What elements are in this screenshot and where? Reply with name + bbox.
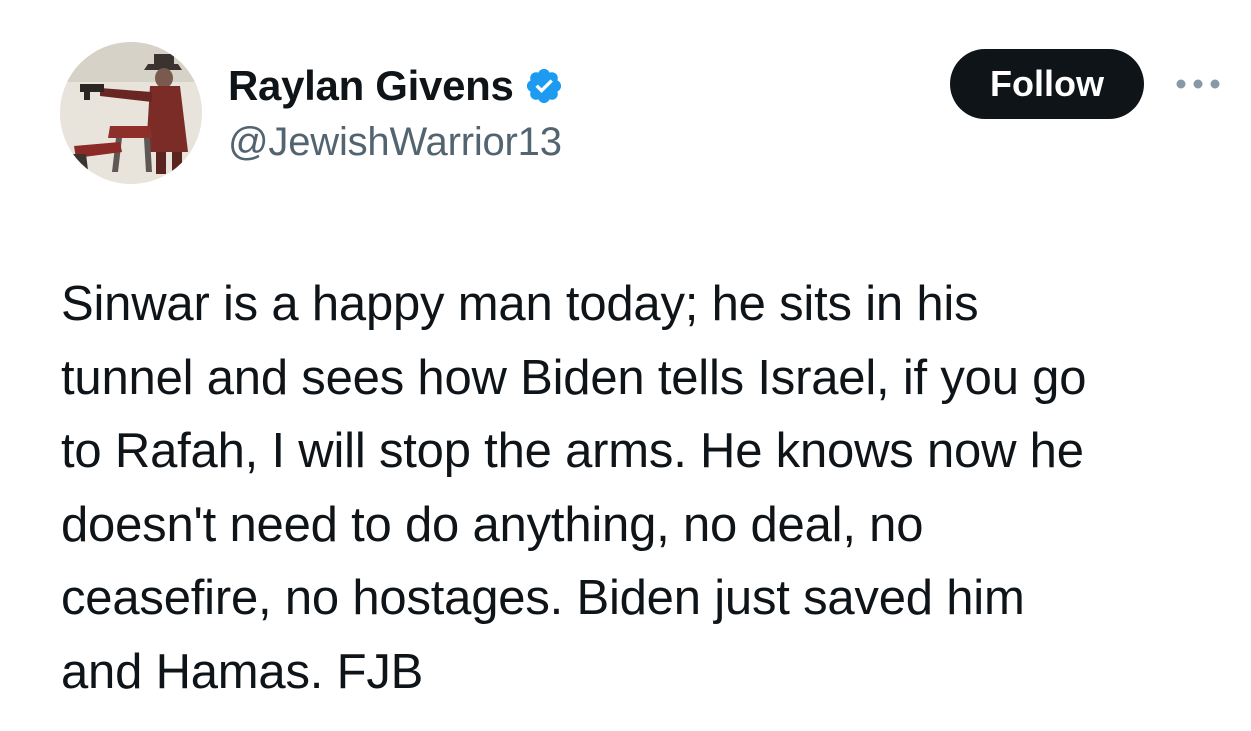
tweet-text: Sinwar is a happy man today; he sits in … bbox=[61, 277, 1087, 699]
author-name-row: Raylan Givens bbox=[228, 60, 564, 112]
follow-button[interactable]: Follow bbox=[950, 49, 1144, 119]
verified-badge-icon[interactable] bbox=[524, 66, 564, 106]
tweet-card: Raylan Givens @JewishWarrior13 Follow Si… bbox=[0, 0, 1251, 731]
avatar[interactable] bbox=[60, 42, 202, 184]
display-name[interactable]: Raylan Givens bbox=[228, 62, 514, 110]
western-gunman-avatar-icon bbox=[60, 42, 202, 184]
more-options-icon[interactable] bbox=[1172, 68, 1224, 100]
user-handle[interactable]: @JewishWarrior13 bbox=[228, 120, 562, 165]
